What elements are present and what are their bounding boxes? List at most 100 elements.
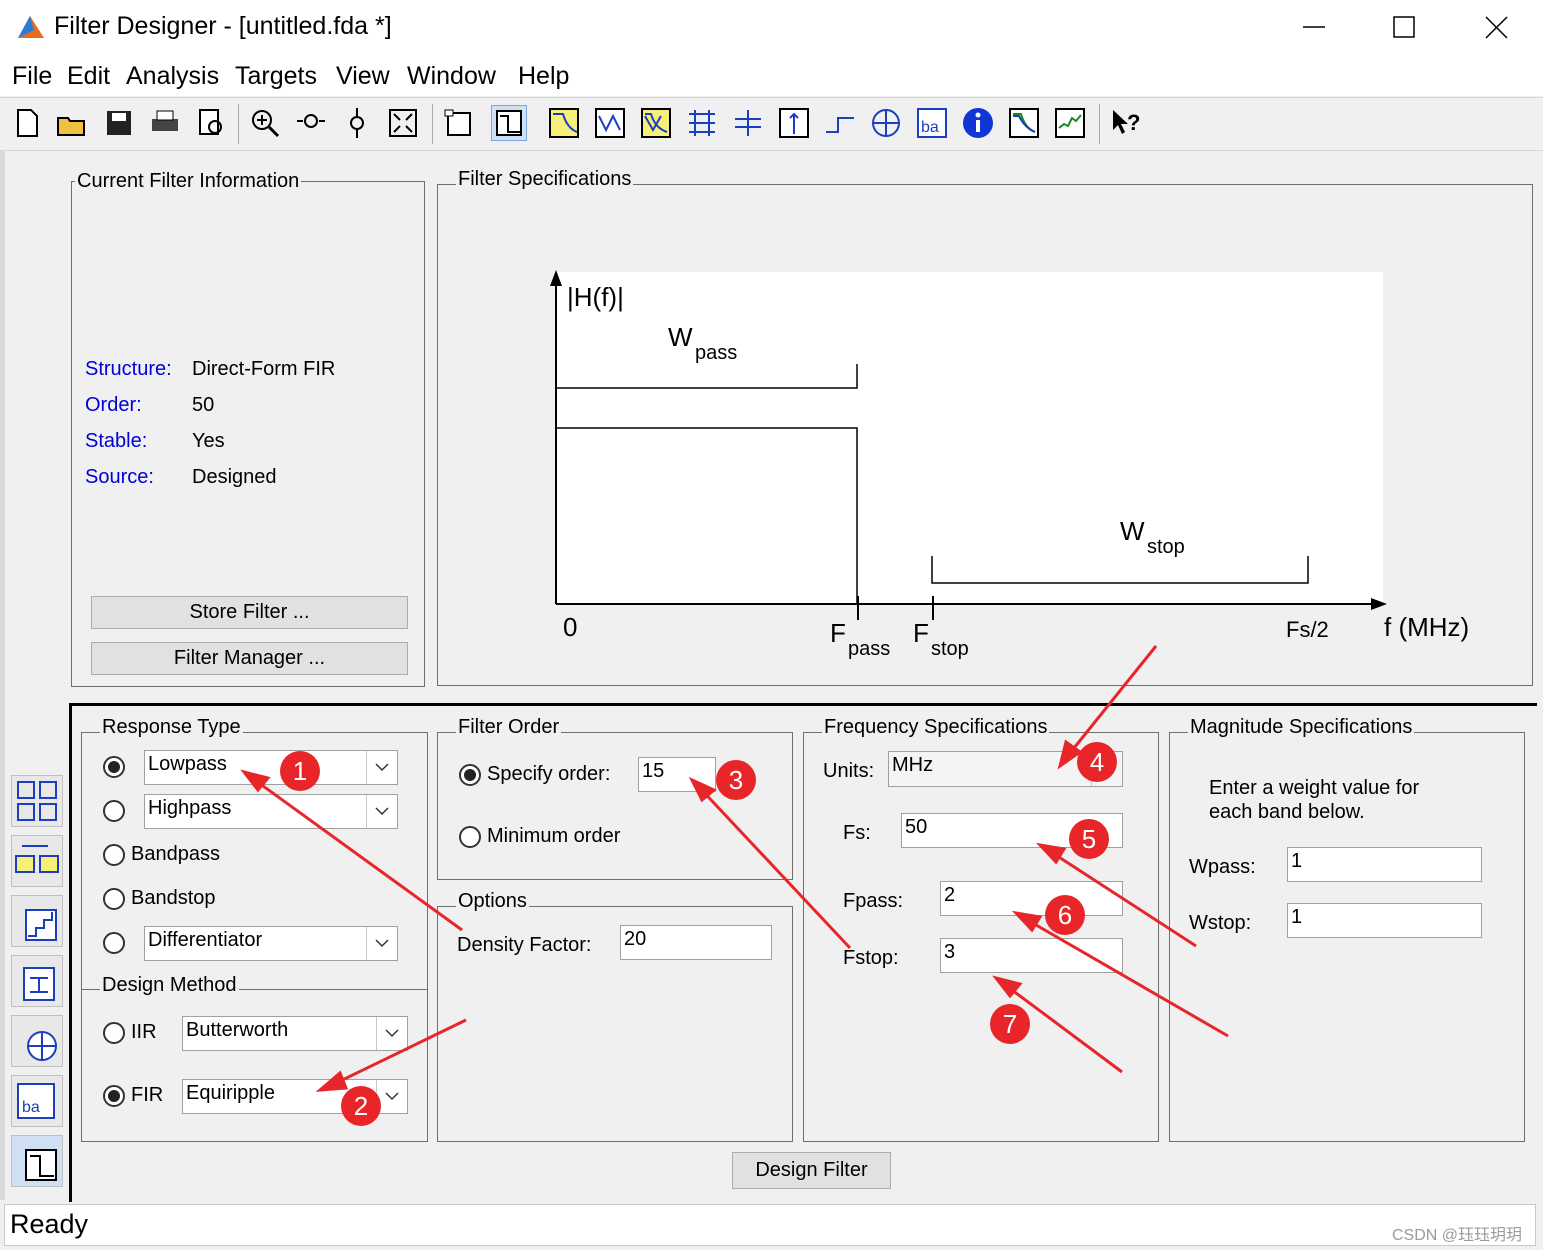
- step-response-icon[interactable]: [823, 106, 857, 140]
- menu-targets[interactable]: Targets: [235, 62, 317, 91]
- differentiator-dropdown[interactable]: Differentiator: [144, 926, 398, 961]
- annotation-badge: 7: [990, 1004, 1030, 1044]
- status-bar: [4, 1204, 1536, 1246]
- matlab-logo-icon: [18, 16, 44, 38]
- zoom-in-icon[interactable]: [248, 106, 282, 140]
- options-legend: Options: [456, 890, 529, 913]
- menu-edit[interactable]: Edit: [67, 62, 110, 91]
- differentiator-radio[interactable]: [103, 932, 125, 954]
- magnitude-hint-line2: each band below.: [1209, 801, 1365, 823]
- fir-method-value: Equiripple: [186, 1082, 275, 1104]
- lowpass-dropdown[interactable]: Lowpass: [144, 750, 398, 785]
- side-pole-zero-editor-icon[interactable]: [11, 1015, 63, 1067]
- open-icon[interactable]: [55, 106, 89, 140]
- store-filter-button[interactable]: Store Filter ...: [91, 596, 408, 629]
- chevron-down-icon: [376, 1017, 399, 1050]
- minimize-icon[interactable]: [1300, 14, 1330, 44]
- fstop-input[interactable]: 3: [940, 938, 1123, 973]
- whats-this-icon[interactable]: ?: [1108, 106, 1142, 140]
- group-delay-icon[interactable]: [685, 106, 719, 140]
- print-preview-icon[interactable]: [194, 106, 228, 140]
- round-off-noise-icon[interactable]: [1053, 106, 1087, 140]
- response-type-legend: Response Type: [100, 716, 243, 739]
- fpass-input[interactable]: 2: [940, 881, 1123, 916]
- left-edge: [0, 150, 5, 1200]
- filter-specs-icon[interactable]: [491, 105, 527, 141]
- specify-order-radio[interactable]: [459, 764, 481, 786]
- highpass-radio[interactable]: [103, 800, 125, 822]
- highpass-dropdown[interactable]: Highpass: [144, 794, 398, 829]
- watermark: CSDN @珏珏玥玥: [1392, 1227, 1523, 1244]
- annotation-badge: 2: [341, 1086, 381, 1126]
- magnitude-specs-legend: Magnitude Specifications: [1188, 716, 1415, 739]
- magnitude-response-icon[interactable]: [547, 106, 581, 140]
- side-design-filter-icon[interactable]: [11, 1135, 63, 1187]
- side-import-filter-icon[interactable]: ba: [11, 1075, 63, 1127]
- menu-view[interactable]: View: [336, 62, 390, 91]
- menu-help[interactable]: Help: [518, 62, 569, 91]
- wpass-sub-label: pass: [695, 342, 738, 364]
- frequency-specs-panel: [803, 732, 1159, 1142]
- fs-half-tick-label: Fs/2: [1286, 617, 1329, 642]
- wstop-field-label: Wstop:: [1189, 912, 1252, 934]
- design-filter-button[interactable]: Design Filter: [732, 1152, 891, 1189]
- bandpass-label: Bandpass: [131, 843, 220, 865]
- annotation-badge: 4: [1077, 742, 1117, 782]
- maximize-icon[interactable]: [1391, 14, 1421, 44]
- side-transform-filter-icon[interactable]: [11, 775, 63, 827]
- wstop-sub-label: stop: [1147, 536, 1185, 558]
- impulse-response-icon[interactable]: [777, 106, 811, 140]
- toolbar: ba ?: [0, 97, 1543, 151]
- magnitude-estimate-icon[interactable]: [1007, 106, 1041, 140]
- save-icon[interactable]: [102, 106, 136, 140]
- magnitude-phase-icon[interactable]: [639, 106, 673, 140]
- chevron-down-icon: [366, 927, 389, 960]
- close-icon[interactable]: [1483, 14, 1513, 44]
- wstop-input[interactable]: 1: [1287, 903, 1482, 938]
- side-create-multirate-icon[interactable]: [11, 835, 63, 887]
- density-factor-label: Density Factor:: [457, 934, 592, 956]
- lowpass-radio[interactable]: [103, 756, 125, 778]
- zoom-y-icon[interactable]: [340, 106, 374, 140]
- lowpass-dropdown-value: Lowpass: [148, 753, 227, 775]
- toolbar-separator: [238, 104, 239, 144]
- menu-bar: File Edit Analysis Targets View Window H…: [0, 56, 1543, 96]
- order-input[interactable]: 15: [638, 757, 716, 792]
- minimum-order-radio[interactable]: [459, 826, 481, 848]
- bandpass-radio[interactable]: [103, 844, 125, 866]
- order-value: 50: [192, 394, 215, 416]
- phase-response-icon[interactable]: [593, 106, 627, 140]
- filter-info-icon[interactable]: [961, 106, 995, 140]
- menu-window[interactable]: Window: [407, 62, 496, 91]
- wpass-input[interactable]: 1: [1287, 847, 1482, 882]
- annotation-badge: 1: [280, 751, 320, 791]
- units-value: MHz: [892, 754, 934, 776]
- density-factor-input[interactable]: 20: [620, 925, 772, 960]
- bandstop-radio[interactable]: [103, 888, 125, 910]
- side-quantize-icon[interactable]: [11, 895, 63, 947]
- zoom-x-icon[interactable]: [294, 106, 328, 140]
- pole-zero-icon[interactable]: [869, 106, 903, 140]
- fir-radio[interactable]: [103, 1085, 125, 1107]
- frequency-specs-legend: Frequency Specifications: [822, 716, 1050, 739]
- full-view-icon[interactable]: [386, 106, 420, 140]
- order-label: Order:: [85, 394, 142, 416]
- iir-radio[interactable]: [103, 1022, 125, 1044]
- menu-file[interactable]: File: [12, 62, 52, 91]
- filter-manager-button[interactable]: Filter Manager ...: [91, 642, 408, 675]
- menu-analysis[interactable]: Analysis: [126, 62, 219, 91]
- new-icon[interactable]: [10, 106, 44, 140]
- phase-delay-icon[interactable]: [731, 106, 765, 140]
- side-realize-model-icon[interactable]: [11, 955, 63, 1007]
- filter-order-panel: [437, 732, 793, 880]
- magnitude-hint-line1: Enter a weight value for: [1209, 777, 1420, 799]
- toolbar-separator: [1099, 104, 1100, 144]
- coefficients-icon[interactable]: ba: [915, 106, 949, 140]
- fstop-label: Fstop:: [843, 947, 899, 969]
- print-icon[interactable]: [148, 106, 182, 140]
- toolbar-separator: [432, 104, 433, 144]
- new-figure-icon[interactable]: [441, 106, 475, 140]
- iir-method-dropdown[interactable]: Butterworth: [182, 1016, 408, 1051]
- svg-text:?: ?: [1127, 110, 1140, 135]
- fpass-tick-sub: pass: [848, 638, 891, 660]
